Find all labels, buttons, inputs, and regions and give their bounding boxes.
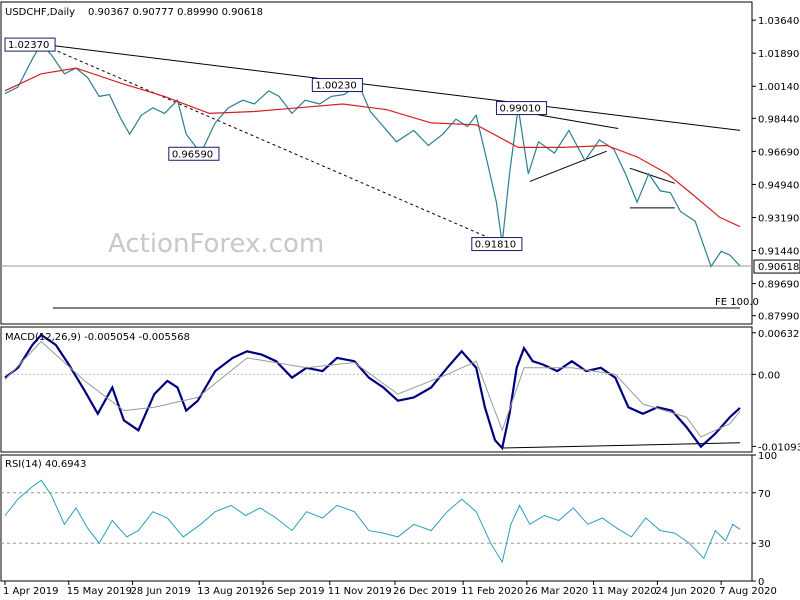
price-ytick-label: 1.03640 [758,16,799,27]
rsi-ytick-label: 100 [758,451,777,462]
macd-title: MACD(12,26,9) -0.005054 -0.005568 [5,332,190,343]
price-ytick-label: 1.01890 [758,49,799,60]
xtick-label: 11 Feb 2020 [461,586,523,597]
xtick-label: 26 Dec 2019 [393,586,457,597]
price-ohlc: 0.90367 0.90777 0.89990 0.90618 [88,7,263,18]
price-ytick-label: 1.00140 [758,82,799,93]
rsi-ytick-label: 70 [758,489,771,500]
xtick-label: 26 Mar 2020 [525,586,588,597]
price-annotation-label: 0.99010 [499,104,540,115]
price-panel-frame [0,1,753,325]
macd-ytick-label: 0.00 [758,370,780,381]
macd-ytick-label: 0.006321 [758,329,800,340]
price-ytick-label: 0.98440 [758,114,799,125]
chart-root: ActionForex.com 1.03640 1.01890 1.00140 0.98… [0,0,800,600]
price-ytick-label: 0.96690 [758,147,799,158]
price-annotation-label: 1.02370 [8,40,49,51]
xtick-label: 28 Jun 2019 [131,586,191,597]
xtick-label: 1 Apr 2019 [3,586,58,597]
xtick-label: 11 May 2020 [592,586,657,597]
rsi-title: RSI(14) 40.6943 [5,459,86,470]
watermark: ActionForex.com [108,229,324,259]
xtick-label: 11 Nov 2019 [328,586,392,597]
xtick-label: 24 Jun 2020 [655,586,715,597]
price-annotation-label: 0.91810 [475,240,516,251]
chart-canvas: ActionForex.com 1.03640 1.01890 1.00140 0.98… [0,1,800,597]
price-annotation-label: 0.96590 [172,149,213,160]
xtick-label: 15 May 2019 [67,586,132,597]
rsi-ytick-label: 30 [758,539,771,550]
price-symbol-title: USDCHF,Daily [5,7,75,18]
xtick-label: 13 Aug 2019 [197,586,261,597]
xtick-label: 7 Aug 2020 [719,586,777,597]
price-ytick-label: 0.93190 [758,213,799,224]
price-ytick-label: 0.91440 [758,247,799,258]
xtick-label: 26 Sep 2019 [261,586,324,597]
current-price-label: 0.90618 [758,262,799,273]
price-ytick-label: 0.87990 [758,312,799,323]
fe-label: FE 100.0 [715,297,759,308]
price-ytick-label: 0.94940 [758,180,799,191]
price-annotation-label: 1.00230 [315,81,356,92]
rsi-panel-frame [0,454,753,582]
rsi-ytick-label: 0 [758,577,764,588]
price-ytick-label: 0.89690 [758,280,799,291]
